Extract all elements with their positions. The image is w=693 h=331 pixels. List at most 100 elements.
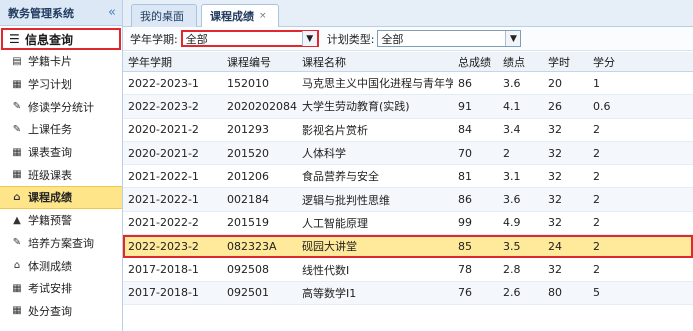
table-cell: 84	[458, 123, 472, 137]
table-cell: 20	[548, 76, 562, 90]
table-cell: 2020-2021-2	[128, 146, 199, 160]
table-row[interactable]: 2017-2018-1 092508 线性代数I 78 2.8 32 2	[123, 258, 693, 282]
close-icon[interactable]: ×	[259, 11, 267, 21]
table-row[interactable]: 2022-2023-1 152010 马克思主义中国化进程与青年学 86 3.6 20 1	[123, 72, 693, 96]
column-header[interactable]: 总成绩	[453, 54, 498, 70]
tab-label: 我的桌面	[140, 10, 184, 23]
table-row[interactable]: 2021-2022-1 002184 逻辑与批判性思维 86 3.6 32 2	[123, 188, 693, 212]
table-cell: 80	[548, 286, 562, 300]
table-icon: ▦	[12, 78, 22, 90]
table-cell: 3.6	[503, 193, 521, 207]
table-cell: 81	[458, 169, 472, 183]
app-title: 教务管理系统	[8, 6, 74, 20]
year-term-label: 学年学期:	[130, 32, 178, 46]
plan-type-select[interactable]: 全部 ▼	[377, 30, 522, 47]
tab-my-desktop[interactable]: 我的桌面	[131, 4, 197, 27]
sidebar-item[interactable]: ✎ 培养方案查询	[0, 232, 122, 255]
table-row[interactable]: 2021-2022-2 201519 人工智能原理 99 4.9 32 2	[123, 212, 693, 236]
table-cell: 4.1	[503, 99, 521, 113]
sidebar-item-label: 体测成绩	[28, 259, 72, 273]
calendar-icon: ▦	[12, 146, 22, 158]
table-cell: 2020202084A	[227, 99, 297, 113]
column-header[interactable]: 绩点	[498, 54, 543, 70]
table-row[interactable]: 2022-2023-2 082323A 砚园大讲堂 85 3.5 24 2	[123, 235, 693, 259]
column-header[interactable]: 学年学期	[123, 54, 222, 70]
sidebar-item[interactable]: ⌂ 体测成绩	[0, 254, 122, 277]
table-row[interactable]: 2022-2023-2 2020202084A 大学生劳动教育(实践) 91 4.1 26…	[123, 95, 693, 119]
table-cell: 2.6	[503, 286, 521, 300]
table-cell: 082323A	[227, 239, 277, 253]
pencil-icon: ✎	[12, 101, 22, 113]
tab-bar: 我的桌面 课程成绩 ×	[123, 0, 693, 27]
table-cell: 3.6	[503, 76, 521, 90]
plan-type-value: 全部	[381, 32, 404, 46]
sidebar-item-label: 考试安排	[28, 282, 72, 296]
tab-course-grades[interactable]: 课程成绩 ×	[201, 4, 279, 27]
sidebar-item[interactable]: ▤ 学籍卡片	[0, 50, 122, 73]
table-cell: 2	[593, 169, 600, 183]
sidebar-item[interactable]: ▦ 学习计划	[0, 73, 122, 96]
table-cell: 99	[458, 216, 472, 230]
table-cell: 32	[548, 169, 562, 183]
table-cell: 马克思主义中国化进程与青年学	[302, 77, 453, 91]
table-cell: 201520	[227, 146, 269, 160]
table-cell: 2020-2021-2	[128, 123, 199, 137]
sidebar-item-label: 处分查询	[28, 304, 72, 318]
pencil-icon: ✎	[12, 237, 22, 249]
table-cell: 76	[458, 286, 472, 300]
year-term-value: 全部	[185, 32, 208, 46]
table-cell: 砚园大讲堂	[302, 240, 357, 254]
sidebar-item-label: 学籍预警	[28, 214, 72, 228]
table-row[interactable]: 2021-2022-1 201206 食品营养与安全 81 3.1 32 2	[123, 165, 693, 189]
column-header[interactable]: 课程编号	[222, 54, 297, 70]
grades-table: 学年学期 课程编号 课程名称 总成绩 绩点 学时 学分 2022-2023-1 152010 马克…	[123, 52, 693, 305]
warning-icon: ▲	[13, 214, 21, 226]
table-cell: 0.6	[593, 99, 611, 113]
table-cell: 2022-2023-2	[128, 99, 199, 113]
table-cell: 2022-2023-2	[128, 239, 199, 253]
table-row[interactable]: 2020-2021-2 201293 影视名片赏析 84 3.4 32 2	[123, 119, 693, 142]
filter-bar: 学年学期: 全部 ▼ 计划类型: 全部 ▼	[123, 27, 693, 51]
calendar-icon: ▦	[12, 305, 22, 317]
table-row[interactable]: 2020-2021-2 201520 人体科学 70 2 32 2	[123, 141, 693, 166]
sidebar: 教务管理系统 « ☰ 信息查询 ▤ 学籍卡片 ▦ 学习计划 ✎ 修读学分统计 ✎ 上课任务 ▦ 课…	[0, 0, 123, 331]
collapse-sidebar-icon[interactable]: «	[108, 5, 116, 20]
graduation-cap-icon: ⌂	[13, 260, 21, 272]
table-cell: 3.5	[503, 239, 521, 253]
table-cell: 大学生劳动教育(实践)	[302, 100, 410, 114]
sidebar-item-label: 上课任务	[28, 123, 72, 137]
table-cell: 2	[593, 193, 600, 207]
table-cell: 32	[548, 146, 562, 160]
sidebar-item[interactable]: ✎ 修读学分统计	[0, 95, 122, 118]
table-cell: 1	[593, 76, 600, 90]
sidebar-item-label: 课程成绩	[28, 191, 72, 205]
sidebar-item[interactable]: ⌂ 课程成绩	[0, 186, 122, 209]
calendar-icon: ▦	[12, 169, 22, 181]
sidebar-group-info-query[interactable]: ☰ 信息查询	[1, 28, 121, 50]
column-header[interactable]: 学分	[588, 54, 648, 70]
pencil-icon: ✎	[12, 123, 22, 135]
table-cell: 24	[548, 239, 562, 253]
sidebar-item-label: 班级课表	[28, 168, 72, 182]
table-row[interactable]: 2017-2018-1 092501 高等数学I1 76 2.6 80 5	[123, 281, 693, 305]
sidebar-item[interactable]: ▲ 学籍预警	[0, 209, 122, 232]
sidebar-item[interactable]: ✎ 上课任务	[0, 118, 122, 141]
sidebar-item[interactable]: ▦ 课表查询	[0, 141, 122, 164]
table-cell: 092501	[227, 286, 269, 300]
column-header[interactable]: 学时	[543, 54, 588, 70]
table-cell: 2021-2022-1	[128, 193, 199, 207]
sidebar-item[interactable]: ▦ 班级课表	[0, 163, 122, 186]
table-cell: 32	[548, 263, 562, 277]
sidebar-item[interactable]: ▦ 考试安排	[0, 277, 122, 300]
table-cell: 2021-2022-2	[128, 216, 199, 230]
table-cell: 2.8	[503, 263, 521, 277]
graduation-cap-icon: ⌂	[13, 191, 21, 203]
table-cell: 86	[458, 76, 472, 90]
sidebar-item[interactable]: ▦ 处分查询	[0, 300, 122, 323]
year-term-select[interactable]: 全部 ▼	[180, 30, 319, 47]
table-cell: 2	[593, 263, 600, 277]
column-header[interactable]: 课程名称	[297, 54, 453, 70]
sidebar-header: 教务管理系统 «	[0, 0, 122, 26]
table-cell: 线性代数I	[302, 263, 350, 277]
table-cell: 152010	[227, 76, 269, 90]
